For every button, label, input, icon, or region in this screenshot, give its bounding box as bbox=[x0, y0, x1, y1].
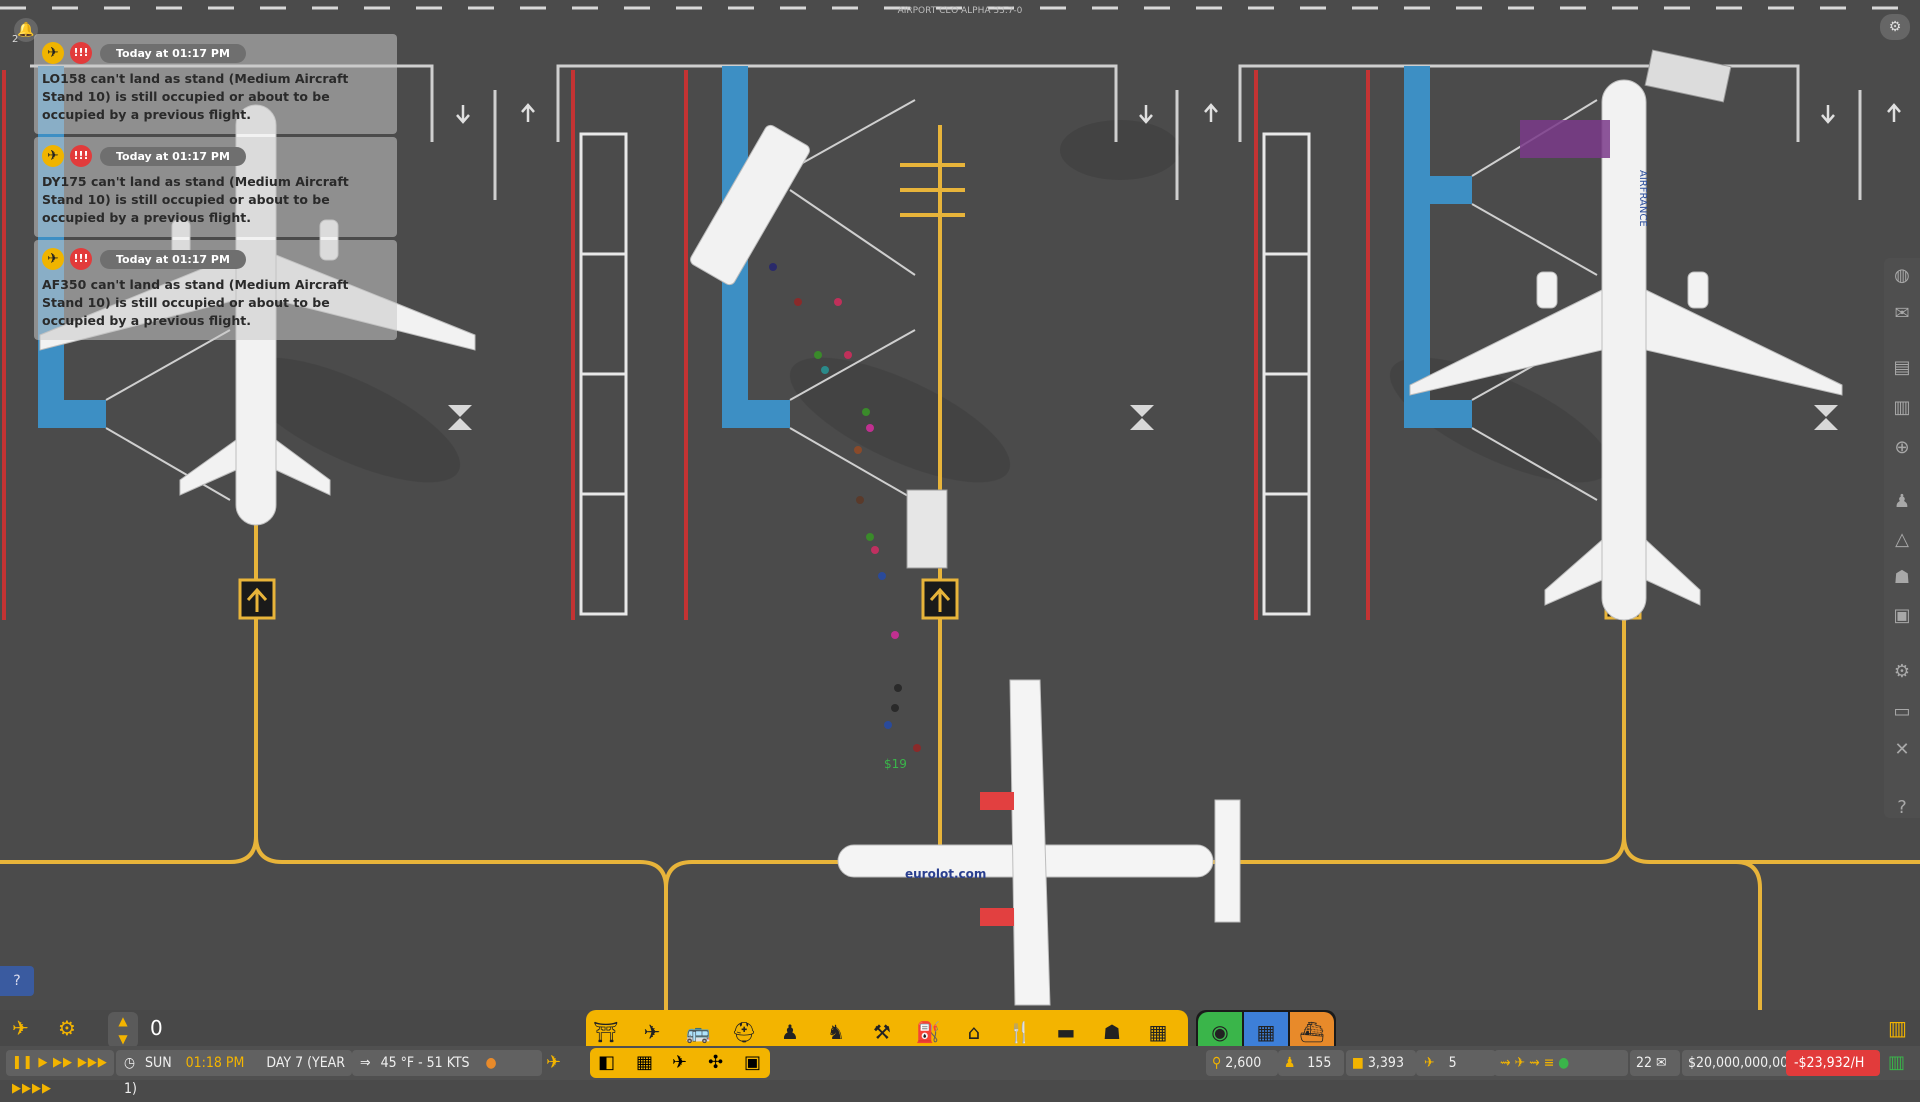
globe-icon[interactable]: ◍ bbox=[1890, 264, 1914, 288]
weather-panel: ⇒ 45 °F - 51 KTS ● bbox=[352, 1050, 542, 1076]
traffic-overlay-icon[interactable]: ✣ bbox=[708, 1052, 723, 1073]
plane-icon: ✈ bbox=[42, 42, 64, 64]
money-popup: $19 bbox=[884, 757, 907, 771]
notification-card[interactable]: ✈!!! Today at 01:17 PM AF350 can't land a… bbox=[34, 240, 397, 340]
help-icon[interactable]: ? bbox=[1890, 796, 1914, 820]
zone-overlay-icon[interactable]: ◧ bbox=[598, 1052, 615, 1073]
notification-time: Today at 01:17 PM bbox=[100, 146, 246, 166]
finance-chart-icon[interactable]: ▥ bbox=[1888, 1052, 1905, 1073]
build-version: AIRPORT CEO ALPHA 33.7-0 bbox=[898, 6, 1023, 16]
alert-icon[interactable]: △ bbox=[1890, 528, 1914, 552]
people-icon[interactable]: ☗ bbox=[1890, 566, 1914, 590]
flights-counter: ✈ 5 bbox=[1416, 1050, 1496, 1076]
camera-elevation-button[interactable]: ▲ ▼ bbox=[108, 1012, 138, 1048]
notification-time: Today at 01:17 PM bbox=[100, 43, 246, 63]
flight-planner-icon[interactable]: ✈ bbox=[12, 1016, 29, 1040]
clipboard-icon[interactable]: ▤ bbox=[1890, 356, 1914, 380]
notification-message: DY175 can't land as stand (Medium Aircra… bbox=[42, 174, 349, 225]
flight-status-legend: ⇝ ✈ ⇝ ≡ ● bbox=[1494, 1050, 1628, 1076]
wind-icon: ⇒ bbox=[360, 1055, 371, 1071]
warning-icon: !!! bbox=[70, 248, 92, 270]
staff-icon[interactable]: ♟ bbox=[1890, 490, 1914, 514]
turboprop-livery: eurolot.com bbox=[905, 867, 986, 881]
vehicle-icon[interactable]: ▣ bbox=[1890, 604, 1914, 628]
right-plane-livery: AIRFRANCE bbox=[1637, 170, 1648, 227]
camera-value: 0 bbox=[150, 1016, 163, 1040]
staff-value: 155 bbox=[1307, 1055, 1332, 1071]
notification-message: LO158 can't land as stand (Medium Aircra… bbox=[42, 71, 349, 122]
tools-icon[interactable]: ✕ bbox=[1890, 738, 1914, 762]
notification-counter: 2 bbox=[12, 34, 19, 45]
grid-overlay-icon[interactable]: ▦ bbox=[636, 1052, 653, 1073]
mail-icon[interactable]: ✉ bbox=[1890, 302, 1914, 326]
mail-counter[interactable]: 22 ✉ bbox=[1630, 1050, 1680, 1076]
gear-icon[interactable]: ⚙ bbox=[1890, 660, 1914, 684]
flights-value: 5 bbox=[1448, 1055, 1457, 1071]
plane-icon: ✈ bbox=[42, 248, 64, 270]
warning-icon: !!! bbox=[70, 145, 92, 167]
passengers-value: 2,600 bbox=[1225, 1055, 1262, 1071]
current-time: 01:18 PM bbox=[185, 1055, 245, 1071]
income-rate: -$23,932/H bbox=[1786, 1050, 1880, 1076]
mail-icon: ✉ bbox=[1656, 1055, 1667, 1071]
passengers-counter: ⚲ 2,600 bbox=[1206, 1050, 1278, 1076]
statistics-icon[interactable]: ▥ bbox=[1888, 1016, 1907, 1040]
clock-panel: ◷ SUN 01:18 PM DAY 7 (YEAR 1) bbox=[116, 1050, 352, 1097]
finance-icon[interactable]: ⊕ bbox=[1890, 436, 1914, 460]
weather-icon: ● bbox=[485, 1055, 497, 1071]
funds-display: $20,000,000,000 bbox=[1682, 1050, 1796, 1076]
monitor-icon[interactable]: ▭ bbox=[1890, 700, 1914, 724]
speed-controls[interactable]: ❚❚ ▶ ▶▶ ▶▶▶ ▶▶▶▶ bbox=[6, 1050, 114, 1096]
weather-readout: 45 °F - 51 KTS bbox=[380, 1055, 470, 1071]
settings-icon[interactable]: ⚙ bbox=[58, 1016, 76, 1040]
day-of-week: SUN bbox=[145, 1055, 172, 1071]
bags-value: 3,393 bbox=[1367, 1055, 1404, 1071]
baggage-overlay-icon[interactable]: ▣ bbox=[744, 1052, 761, 1073]
warning-icon: !!! bbox=[70, 42, 92, 64]
notification-card[interactable]: ✈!!! Today at 01:17 PM DY175 can't land a… bbox=[34, 137, 397, 237]
staff-counter: ♟ 155 bbox=[1278, 1050, 1344, 1076]
notification-time: Today at 01:17 PM bbox=[100, 249, 246, 269]
notification-card[interactable]: ✈!!! Today at 01:17 PM LO158 can't land a… bbox=[34, 34, 397, 134]
runway-mode-icon[interactable]: ✈ bbox=[546, 1052, 561, 1073]
help-button[interactable]: ? bbox=[0, 966, 34, 996]
bags-counter: ■ 3,393 bbox=[1346, 1050, 1416, 1076]
plane-icon: ✈ bbox=[42, 145, 64, 167]
flight-overlay-icon[interactable]: ✈ bbox=[672, 1052, 687, 1073]
mail-value: 22 bbox=[1636, 1055, 1653, 1071]
clock-icon: ◷ bbox=[124, 1055, 135, 1071]
settings-gear-icon[interactable]: ⚙ bbox=[1880, 14, 1910, 40]
notification-message: AF350 can't land as stand (Medium Aircra… bbox=[42, 277, 349, 328]
chart-icon[interactable]: ▥ bbox=[1890, 396, 1914, 420]
